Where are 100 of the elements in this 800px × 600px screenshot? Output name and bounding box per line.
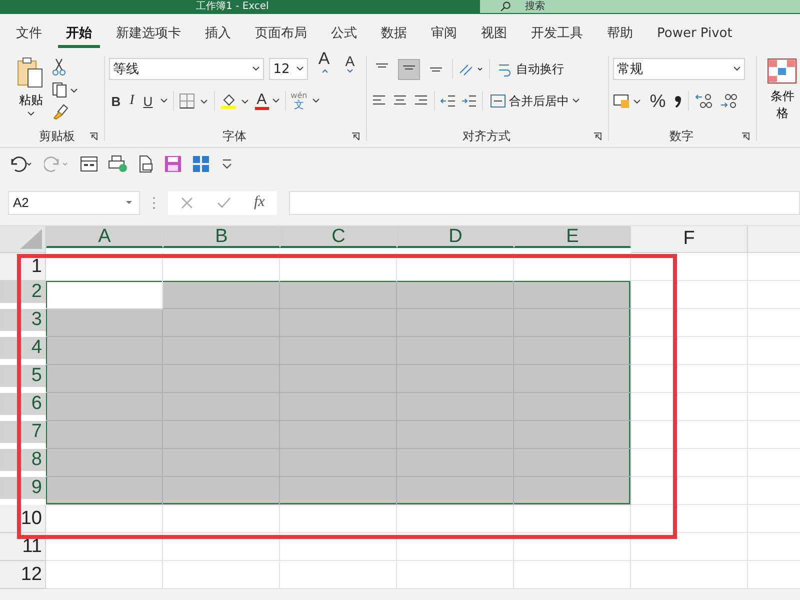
table-cell[interactable] [46, 393, 163, 421]
column-header[interactable]: E [514, 226, 631, 248]
ribbon-tab[interactable]: Power Pivot [649, 20, 740, 46]
table-cell[interactable] [46, 309, 163, 337]
table-cell[interactable] [397, 477, 514, 505]
merge-center-button[interactable]: 合并后居中 [488, 92, 582, 110]
ribbon-tab[interactable]: 插入 [197, 18, 239, 48]
ribbon-tab[interactable]: 页面布局 [247, 18, 315, 48]
column-header[interactable]: B [163, 226, 280, 248]
bold-button[interactable]: B [109, 94, 123, 108]
ribbon-tab[interactable]: 文件 [8, 18, 50, 48]
row-header[interactable]: 5 [0, 365, 46, 387]
cancel-icon[interactable] [180, 196, 194, 210]
shrink-font-button[interactable]: A [340, 53, 360, 85]
column-header[interactable]: A [46, 226, 163, 248]
column-header[interactable]: F [631, 226, 748, 253]
table-cell[interactable] [397, 281, 514, 309]
grow-font-button[interactable]: A [313, 49, 335, 89]
paste-button[interactable]: 粘贴 [16, 56, 46, 120]
format-painter-icon[interactable] [52, 104, 68, 120]
grid-layout-icon[interactable] [192, 155, 210, 173]
table-cell[interactable] [514, 309, 631, 337]
align-button[interactable] [398, 58, 420, 80]
name-box[interactable]: A2 [8, 190, 140, 214]
copy-icon[interactable] [52, 82, 78, 98]
column-header[interactable]: D [397, 226, 514, 248]
down-caret-icon [347, 69, 354, 73]
table-cell[interactable] [280, 477, 397, 505]
row-header[interactable]: 10 [0, 505, 46, 533]
conditional-formatting-button[interactable]: 条件格 [756, 52, 800, 147]
ribbon-tab[interactable]: 数据 [373, 18, 415, 48]
dialog-launcher-icon[interactable] [89, 132, 98, 141]
row-header[interactable]: 7 [0, 421, 46, 443]
dialog-launcher-icon[interactable] [592, 132, 602, 141]
formula-input[interactable] [288, 190, 800, 214]
row-header[interactable]: 11 [0, 533, 46, 561]
increase-decimal-icon[interactable] [694, 92, 714, 110]
table-cell[interactable] [46, 421, 163, 449]
caret-icon[interactable] [312, 98, 320, 104]
check-icon[interactable] [216, 196, 232, 210]
table-cell[interactable] [163, 477, 280, 505]
print-preview-icon[interactable] [108, 155, 128, 173]
ribbon-tab[interactable]: 审阅 [423, 18, 465, 48]
search-field[interactable]: 搜索 [480, 0, 800, 13]
row-header[interactable]: 4 [0, 337, 46, 359]
dialog-launcher-icon[interactable] [740, 132, 750, 141]
comma-style-icon[interactable] [672, 93, 683, 109]
table-cell[interactable] [514, 281, 631, 309]
ribbon-tab[interactable]: 开始 [58, 18, 100, 48]
decrease-indent-icon[interactable] [440, 94, 456, 108]
phonetic-guide-button[interactable]: wén 文 [290, 91, 308, 111]
table-cell[interactable] [514, 365, 631, 393]
italic-button[interactable]: I [128, 93, 136, 109]
table-cell[interactable] [46, 365, 163, 393]
row-header[interactable]: 3 [0, 309, 46, 331]
table-cell[interactable] [163, 281, 280, 309]
caret-icon[interactable] [160, 98, 168, 104]
scissors-icon[interactable] [52, 58, 66, 76]
dialog-launcher-icon[interactable] [350, 132, 360, 141]
insert-function-button[interactable]: fx [254, 194, 265, 211]
fill-color-icon[interactable] [220, 92, 250, 110]
table-cell[interactable] [514, 449, 631, 477]
table-cell[interactable] [514, 337, 631, 365]
column-header[interactable]: C [280, 226, 397, 248]
table-cell[interactable] [163, 309, 280, 337]
decrease-decimal-icon[interactable] [718, 92, 739, 110]
table-cell[interactable] [46, 337, 163, 365]
wrap-text-button[interactable]: 自动换行 [494, 60, 566, 78]
ribbon-tab[interactable]: 视图 [473, 18, 515, 48]
table-cell[interactable] [514, 393, 631, 421]
caret-icon [252, 66, 260, 72]
ribbon-tab[interactable]: 开发工具 [523, 18, 591, 48]
table-cell[interactable] [514, 421, 631, 449]
document-print-icon[interactable] [138, 155, 154, 173]
redo-icon[interactable] [44, 155, 70, 173]
save-icon[interactable] [164, 155, 182, 173]
accounting-format-icon[interactable] [612, 93, 643, 109]
number-format-dropdown[interactable]: 常规 [612, 58, 745, 80]
table-cell[interactable] [46, 477, 163, 505]
ribbon-tab[interactable]: 帮助 [599, 18, 641, 48]
ribbon-tab[interactable]: 公式 [323, 18, 365, 48]
table-cell[interactable] [280, 281, 397, 309]
row-header[interactable]: 12 [0, 561, 46, 589]
row-header[interactable]: 9 [0, 477, 46, 499]
underline-button[interactable]: U [141, 94, 155, 108]
row-header[interactable]: 6 [0, 393, 46, 415]
table-cell[interactable] [514, 477, 631, 505]
font-size-dropdown[interactable]: 12 [269, 58, 308, 80]
customize-toolbar-icon[interactable] [220, 157, 234, 171]
form-icon[interactable] [80, 156, 98, 172]
percent-button[interactable]: % [648, 90, 668, 112]
table-cell[interactable] [46, 449, 163, 477]
font-name-dropdown[interactable]: 等线 [109, 58, 264, 80]
borders-icon[interactable] [178, 93, 209, 109]
font-color-button[interactable]: A [254, 92, 280, 110]
drag-handle-icon[interactable] [152, 196, 156, 210]
row-header[interactable]: 2 [0, 281, 46, 303]
increase-indent-icon[interactable] [460, 94, 477, 108]
ribbon-tab[interactable]: 新建选项卡 [108, 18, 189, 48]
row-header[interactable]: 8 [0, 449, 46, 471]
